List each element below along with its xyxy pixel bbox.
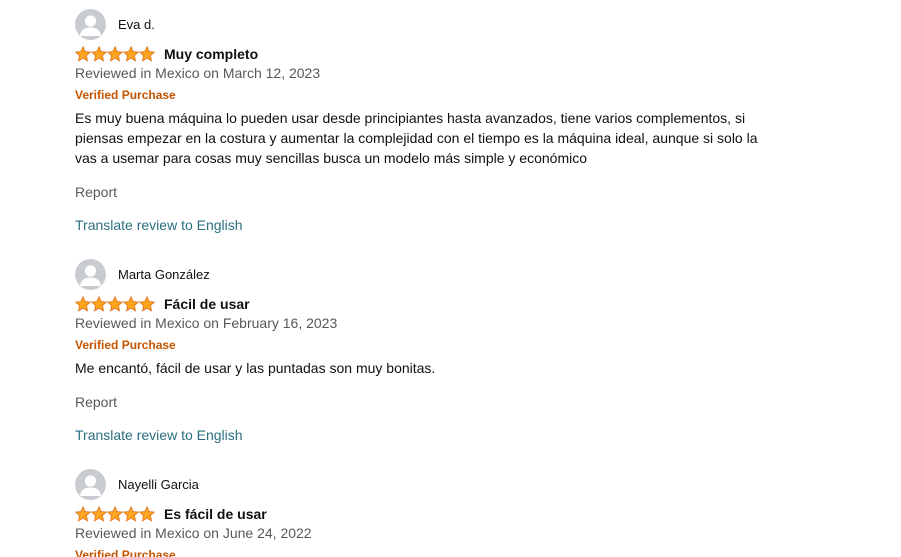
profile-name: Nayelli Garcia — [118, 476, 199, 492]
profile-link[interactable]: Nayelli Garcia — [75, 468, 199, 500]
avatar-icon — [75, 258, 106, 290]
star-icon — [90, 296, 108, 312]
verified-purchase-badge: Verified Purchase — [75, 338, 176, 352]
star-icon — [75, 296, 92, 312]
star-icon — [138, 506, 155, 522]
star-rating-icon[interactable] — [75, 46, 155, 62]
star-icon — [90, 506, 108, 522]
profile-name: Marta González — [118, 266, 210, 282]
star-icon — [138, 46, 155, 62]
star-icon — [75, 506, 92, 522]
translate-review-link[interactable]: Translate review to English — [75, 217, 243, 233]
report-link[interactable]: Report — [75, 184, 117, 200]
profile-name: Eva d. — [118, 16, 155, 32]
star-rating-icon[interactable] — [75, 506, 155, 522]
review-body: Es muy buena máquina lo pueden usar desd… — [75, 110, 758, 166]
star-icon — [138, 296, 155, 312]
verified-purchase-badge: Verified Purchase — [75, 548, 176, 557]
star-icon — [122, 296, 140, 312]
star-icon — [75, 46, 92, 62]
profile-link[interactable]: Marta González — [75, 258, 210, 290]
star-rating-icon[interactable] — [75, 296, 155, 312]
review-title[interactable]: Fácil de usar — [164, 296, 250, 312]
review-title[interactable]: Es fácil de usar — [164, 506, 267, 522]
star-icon — [122, 506, 140, 522]
avatar-icon — [75, 468, 106, 500]
avatar-icon — [75, 8, 106, 40]
review-date: Reviewed in Mexico on February 16, 2023 — [75, 315, 338, 331]
translate-review-link[interactable]: Translate review to English — [75, 427, 243, 443]
profile-link[interactable]: Eva d. — [75, 8, 155, 40]
review-date: Reviewed in Mexico on June 24, 2022 — [75, 525, 312, 541]
report-link[interactable]: Report — [75, 394, 117, 410]
review-title[interactable]: Muy completo — [164, 46, 258, 62]
review-body: Me encantó, fácil de usar y las puntadas… — [75, 360, 436, 376]
star-icon — [106, 506, 124, 522]
star-icon — [90, 46, 108, 62]
star-icon — [106, 46, 124, 62]
star-icon — [122, 46, 140, 62]
reviews-list: Eva d. Muy completo Reviewed in Mexico o… — [0, 0, 901, 557]
verified-purchase-badge: Verified Purchase — [75, 88, 176, 102]
review-date: Reviewed in Mexico on March 12, 2023 — [75, 65, 321, 81]
star-icon — [106, 296, 124, 312]
